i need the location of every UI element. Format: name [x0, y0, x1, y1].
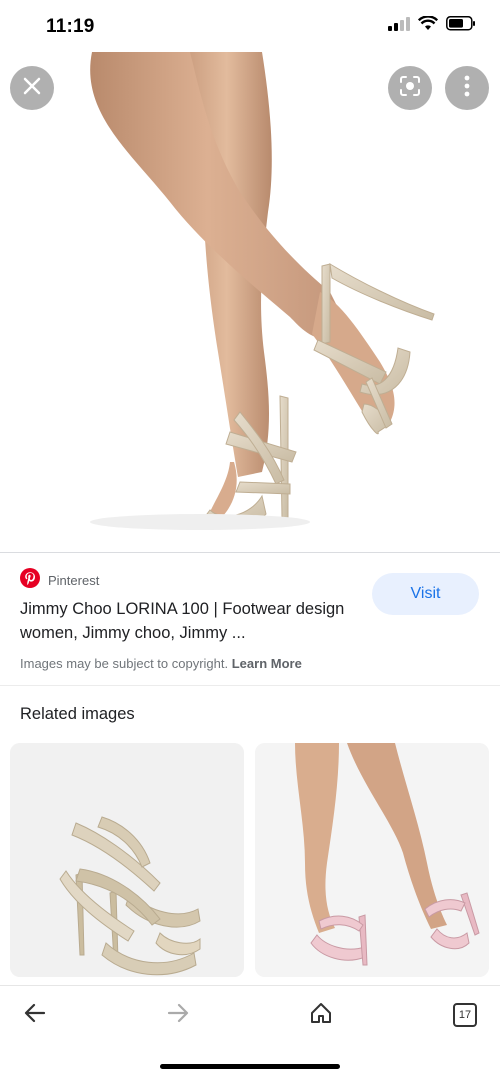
status-icons [388, 15, 476, 36]
divider [0, 552, 500, 553]
close-icon [22, 76, 42, 101]
more-vert-icon [463, 75, 471, 102]
tab-count: 17 [458, 1009, 472, 1021]
status-time: 11:19 [46, 16, 95, 37]
copyright-text: Images may be subject to copyright. [20, 656, 229, 671]
status-bar: 11:19 [0, 0, 500, 52]
related-image-thumbnail[interactable] [255, 743, 489, 977]
preview-image[interactable] [0, 52, 500, 552]
forward-arrow-icon [167, 1003, 189, 1028]
pinterest-icon [20, 568, 40, 593]
image-viewer-screen: 11:19 Pinterest Jimmy Choo LORINA 100 | … [0, 0, 500, 1080]
learn-more-link[interactable]: Learn More [232, 656, 302, 671]
more-options-button[interactable] [445, 66, 489, 110]
divider [0, 685, 500, 686]
home-button[interactable] [306, 1000, 336, 1030]
close-button[interactable] [10, 66, 54, 110]
tabs-icon: 17 [453, 1003, 477, 1027]
home-icon [310, 1002, 332, 1029]
source-name: Pinterest [48, 573, 100, 588]
tabs-button[interactable]: 17 [450, 1000, 480, 1030]
result-title[interactable]: Jimmy Choo LORINA 100 | Footwear design … [20, 597, 350, 645]
related-image-thumbnail[interactable] [10, 743, 244, 977]
source-row[interactable]: Pinterest [20, 568, 99, 593]
lens-search-button[interactable] [388, 66, 432, 110]
signal-icon [388, 16, 410, 36]
related-images-heading: Related images [20, 705, 135, 723]
visit-button[interactable]: Visit [372, 573, 479, 615]
wifi-icon [417, 15, 439, 36]
copyright-notice: Images may be subject to copyright. Lear… [20, 656, 302, 671]
back-button[interactable] [20, 1000, 50, 1030]
battery-icon [446, 16, 476, 36]
back-arrow-icon [24, 1003, 46, 1028]
home-indicator[interactable] [160, 1064, 340, 1069]
forward-button[interactable] [163, 1000, 193, 1030]
lens-icon [398, 74, 422, 103]
